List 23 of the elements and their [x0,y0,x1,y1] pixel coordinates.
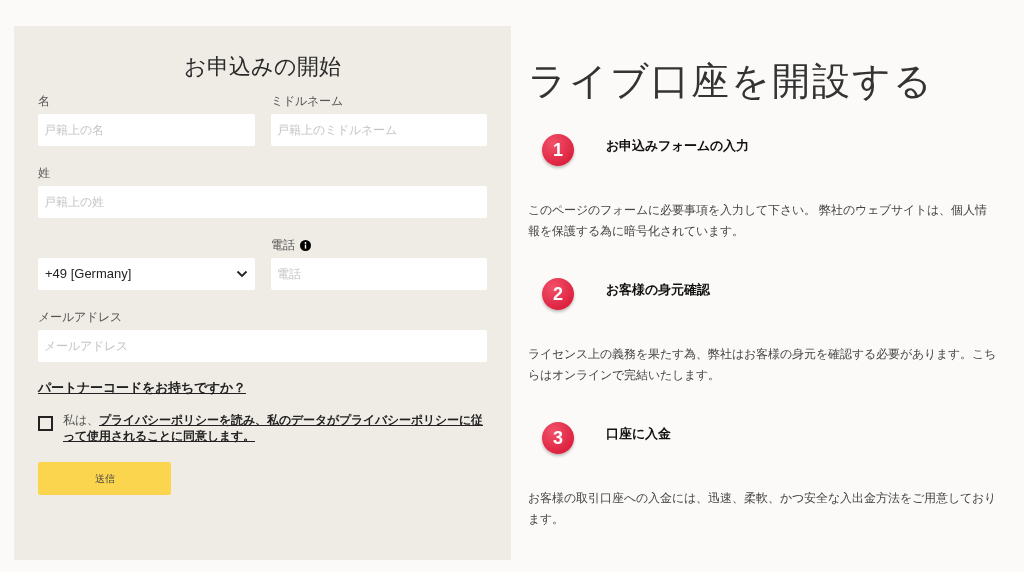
step-number: 1 [542,134,574,166]
step-description: お客様の取引口座への入金には、迅速、柔軟、かつ安全な入出金方法をご用意しております。 [528,490,997,528]
form-title: お申込みの開始 [183,53,342,81]
field-label: 電話 [270,238,295,253]
submit-button[interactable]: 送信 [38,461,171,495]
info-icon[interactable] [299,240,311,251]
step-number: 3 [542,422,574,454]
partner-code-link[interactable]: パートナーコードをお持ちですか？ [38,378,246,398]
chevron-down-icon [235,270,248,278]
consent-text: 私は、プライバシーポリシーを読み、私のデータがプライバシーポリシーに従って使用されることに同意します。 [63,411,484,444]
step-number: 2 [542,278,574,310]
field-label: ミドルネーム [270,94,343,109]
field-label: 名 [38,94,50,109]
step-description: このページのフォームに必要事項を入力して下さい。 弊社のウェブサイトは、個人情報を保護する為に暗号化されています。 [528,202,989,240]
step-description: ライセンス上の義務を果たす為、弊社はお客様の身元を確認する必要があります。こちらはオンラインで完結いたします。 [528,346,997,384]
checkbox[interactable] [38,415,53,431]
field-label: メールアドレス [38,310,122,325]
step-title: お申込みフォームの入力 [606,137,749,156]
page-heading: ライブ口座を開設する [528,59,935,104]
country-code-select[interactable]: +49 [Germany] [38,258,255,290]
field-label: 姓 [38,166,50,181]
step-title: 口座に入金 [606,425,671,444]
step-title: お客様の身元確認 [606,281,710,300]
